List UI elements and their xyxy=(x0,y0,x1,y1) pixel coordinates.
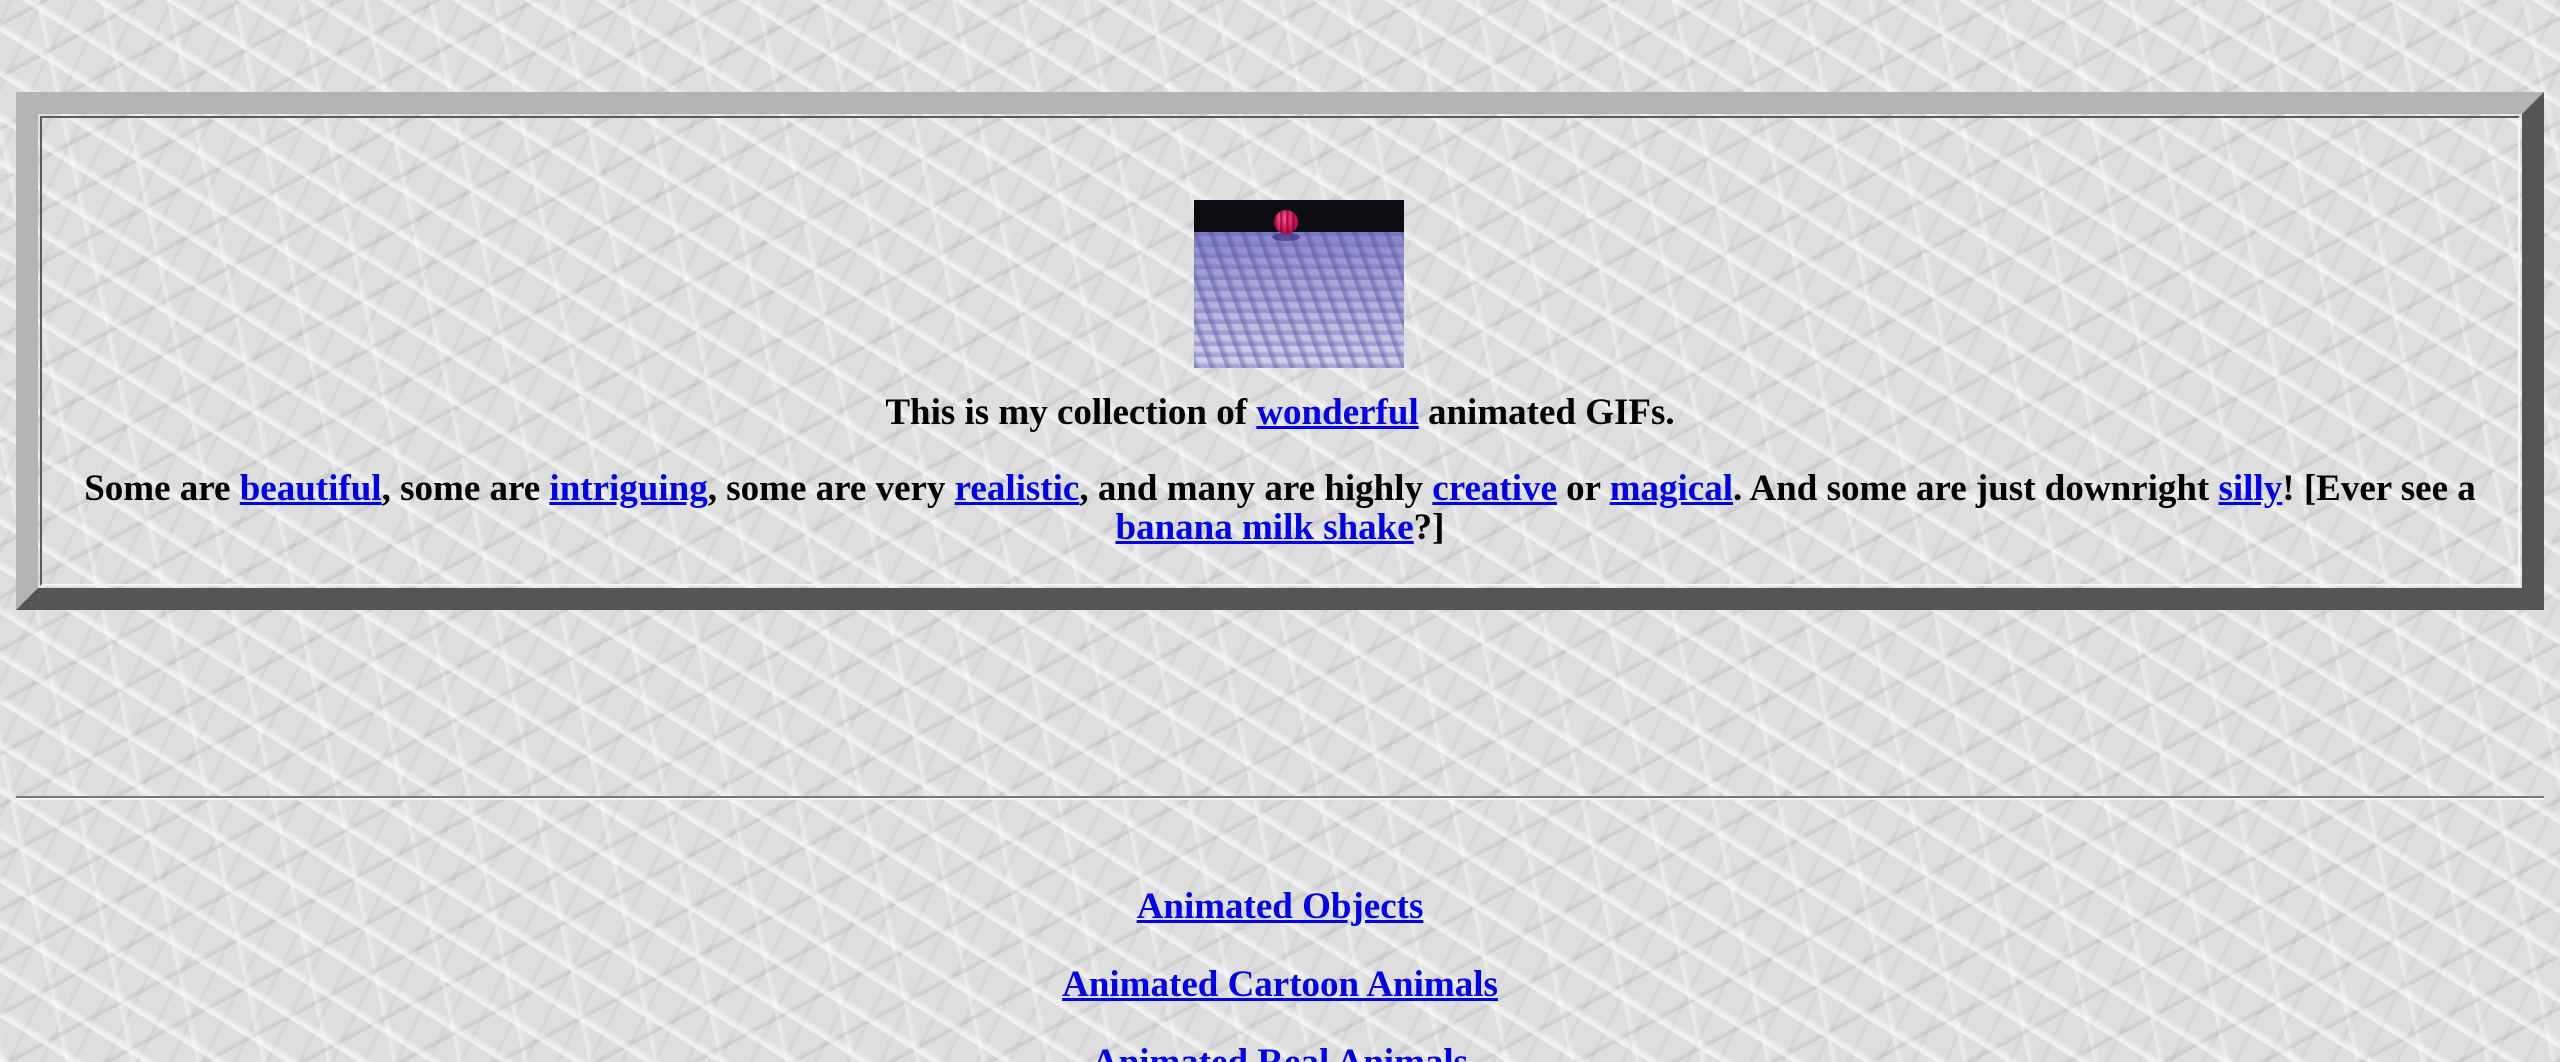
category-animated-real-animals: Animated Real Animals xyxy=(0,1043,2560,1062)
intro-text: , and many are highly xyxy=(1079,468,1433,509)
intro-cell: This is my collection of wonderful anima… xyxy=(40,116,2520,586)
intro-text: or xyxy=(1556,468,1610,509)
intro-text: ! [Ever see a xyxy=(2282,468,2476,509)
intro-table: This is my collection of wonderful anima… xyxy=(16,92,2544,610)
animated-ball-gif xyxy=(1194,200,1404,368)
intro-text: ?] xyxy=(1413,507,1445,548)
horizontal-rule xyxy=(16,796,2544,800)
category-animated-objects: Animated Objects xyxy=(0,887,2560,926)
link-wonderful[interactable]: wonderful xyxy=(1256,392,1418,433)
link-banana-milk-shake[interactable]: banana milk shake xyxy=(1116,507,1414,548)
intro-text: . And some are just downright xyxy=(1733,468,2219,509)
link-beautiful[interactable]: beautiful xyxy=(240,468,382,509)
link-intriguing[interactable]: intriguing xyxy=(549,468,707,509)
category-link[interactable]: Animated Objects xyxy=(1137,886,1424,927)
intro-text: , some are xyxy=(381,468,550,509)
intro-text: , some are very xyxy=(707,468,955,509)
intro-line-2: Some are beautiful, some are intriguing,… xyxy=(58,469,2502,547)
category-animated-cartoon-animals: Animated Cartoon Animals xyxy=(0,965,2560,1004)
category-link[interactable]: Animated Cartoon Animals xyxy=(1062,964,1498,1005)
link-creative[interactable]: creative xyxy=(1432,468,1557,509)
gif-ball-shadow xyxy=(1272,233,1300,241)
intro-text: animated GIFs. xyxy=(1418,392,1675,433)
category-link[interactable]: Animated Real Animals xyxy=(1092,1042,1468,1062)
intro-text: Some are xyxy=(84,468,240,509)
intro-text: This is my collection of xyxy=(885,392,1257,433)
gif-ball xyxy=(1274,210,1298,234)
intro-line-1: This is my collection of wonderful anima… xyxy=(42,393,2518,432)
link-magical[interactable]: magical xyxy=(1610,468,1733,509)
gif-floor xyxy=(1194,232,1404,368)
link-silly[interactable]: silly xyxy=(2219,468,2283,509)
link-realistic[interactable]: realistic xyxy=(955,468,1080,509)
